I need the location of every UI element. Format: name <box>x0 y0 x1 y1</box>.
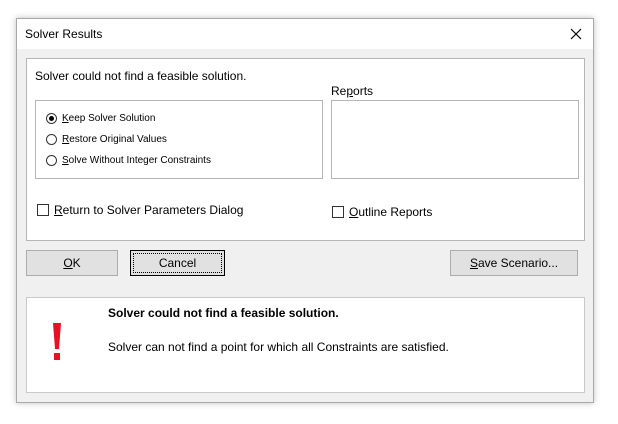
info-panel: Solver could not find a feasible solutio… <box>26 297 585 393</box>
reports-list[interactable] <box>331 100 579 179</box>
reports-label: Reports <box>331 84 374 98</box>
save-scenario-label: Save Scenario... <box>469 256 559 270</box>
option-label: Solve Without Integer Constraints <box>62 155 211 166</box>
checkbox[interactable] <box>332 206 344 218</box>
cancel-button[interactable]: Cancel <box>130 250 225 276</box>
ok-label: OK <box>63 256 81 270</box>
info-description: Solver can not find a point for which al… <box>108 340 449 354</box>
option-solve-without-integer[interactable]: Solve Without Integer Constraints <box>46 155 211 166</box>
return-to-solver-parameters-checkbox[interactable]: Return to Solver Parameters Dialog <box>37 203 243 217</box>
solver-results-dialog: Solver Results Solver could not find a f… <box>16 18 594 403</box>
save-scenario-button[interactable]: Save Scenario... <box>450 250 578 276</box>
radio-button[interactable] <box>46 134 57 145</box>
info-title: Solver could not find a feasible solutio… <box>108 306 339 320</box>
option-restore-original-values[interactable]: Restore Original Values <box>46 134 167 145</box>
exclamation-icon <box>53 323 61 360</box>
solution-options: Keep Solver Solution Restore Original Va… <box>35 100 323 179</box>
close-icon <box>570 28 582 40</box>
cancel-label: Cancel <box>158 256 197 270</box>
option-label: Restore Original Values <box>62 134 167 145</box>
outline-reports-checkbox[interactable]: Outline Reports <box>332 205 432 219</box>
ok-button[interactable]: OK <box>26 250 118 276</box>
dialog-title: Solver Results <box>25 27 103 41</box>
results-group: Solver could not find a feasible solutio… <box>26 58 585 241</box>
option-keep-solver-solution[interactable]: Keep Solver Solution <box>46 113 155 124</box>
checkbox-label: Outline Reports <box>349 205 433 219</box>
radio-button[interactable] <box>46 113 57 124</box>
option-label: Keep Solver Solution <box>62 113 156 124</box>
result-message: Solver could not find a feasible solutio… <box>35 69 247 83</box>
radio-button[interactable] <box>46 155 57 166</box>
close-button[interactable] <box>559 19 593 49</box>
checkbox[interactable] <box>37 204 49 216</box>
checkbox-label: Return to Solver Parameters Dialog <box>54 203 244 217</box>
title-bar: Solver Results <box>17 19 593 49</box>
